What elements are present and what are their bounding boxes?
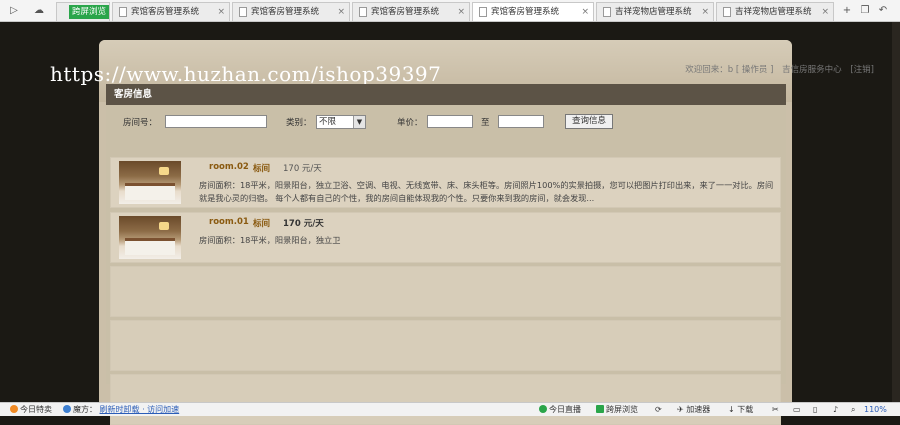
- section-title: 客房信息: [106, 84, 786, 105]
- bed-graphic: [125, 183, 175, 200]
- room-photo[interactable]: [119, 161, 181, 204]
- restore-tabs-icon[interactable]: ❐: [857, 3, 873, 19]
- cross-screen-label: 跨屏浏览: [606, 405, 638, 414]
- tab-hotel-3[interactable]: 宾馆客房管理系统 ×: [352, 2, 470, 21]
- price-to-label: 至: [481, 118, 490, 128]
- search-form: 房间号： 类别： 不限 ▼ 单价： 至 查询信息: [106, 114, 786, 130]
- refresh-icon[interactable]: ⟳: [655, 403, 662, 416]
- tab-label: 跨屏浏览: [69, 5, 109, 19]
- empty-room-slot: [110, 320, 781, 371]
- download-label: 下载: [737, 405, 754, 414]
- room-number[interactable]: room.02: [209, 162, 249, 172]
- page-icon: [119, 7, 127, 17]
- lamp-graphic: [159, 222, 169, 230]
- user-welcome: 欢迎回来：b [ 操作员 ] 吉信房服务中心 [注销]: [679, 63, 874, 75]
- welcome-text: 欢迎回来：b [ 操作员 ]: [685, 65, 774, 75]
- accelerator-label: 加速器: [686, 405, 711, 414]
- type-select[interactable]: 不限 ▼: [316, 115, 366, 129]
- search-button[interactable]: 查询信息: [565, 114, 613, 129]
- tab-label: 吉祥宠物店管理系统: [615, 7, 692, 17]
- room-description: 房间面积：18平米，阳景阳台，独立卫浴、空调、电视、无线宽带、床、床头柜等。房间…: [199, 180, 774, 203]
- price-max-input[interactable]: [498, 115, 544, 128]
- empty-room-slot: [110, 374, 781, 425]
- room-no-input[interactable]: [165, 115, 267, 128]
- close-icon[interactable]: ×: [337, 3, 345, 21]
- gift-icon: [10, 405, 18, 413]
- today-sale[interactable]: 今日特卖: [10, 403, 52, 416]
- page-icon: [723, 7, 731, 17]
- screenshot-icon[interactable]: ✂: [772, 403, 779, 416]
- close-icon[interactable]: ×: [821, 3, 829, 21]
- room-type: 标间: [253, 164, 271, 174]
- mobile-icon[interactable]: ▯: [813, 403, 817, 416]
- room-card[interactable]: room.02 标间 170 元/天 房间面积：18平米，阳景阳台，独立卫浴、空…: [110, 157, 781, 208]
- close-icon[interactable]: ×: [581, 3, 589, 21]
- tab-pet-1[interactable]: 吉祥宠物店管理系统 ×: [596, 2, 714, 21]
- tab-hotel-2[interactable]: 宾馆客房管理系统 ×: [232, 2, 350, 21]
- speaker-icon[interactable]: ♪: [833, 403, 838, 416]
- page-scrollbar[interactable]: [892, 22, 900, 402]
- tab-label: 宾馆客房管理系统: [251, 7, 320, 17]
- tab-hotel-1[interactable]: 宾馆客房管理系统 ×: [112, 2, 230, 21]
- price-label: 单价：: [397, 118, 423, 128]
- room-number[interactable]: room.01: [209, 217, 249, 227]
- room-card[interactable]: room.01 标间 170 元/天 房间面积：18平米，阳景阳台，独立卫: [110, 212, 781, 263]
- room-type: 标间: [253, 219, 271, 229]
- download-icon: ↓: [728, 405, 735, 414]
- bed-graphic: [125, 238, 175, 255]
- tab-pet-2[interactable]: 吉祥宠物店管理系统 ×: [716, 2, 834, 21]
- close-icon[interactable]: ×: [457, 3, 465, 21]
- tab-hotel-active[interactable]: 宾馆客房管理系统 ×: [472, 2, 594, 21]
- close-icon[interactable]: ×: [701, 3, 709, 21]
- rocket-icon: ✈: [677, 405, 684, 414]
- tab-cross-screen[interactable]: 跨屏浏览: [56, 2, 110, 21]
- undo-close-icon[interactable]: ↶: [875, 3, 891, 19]
- today-sale-label: 今日特卖: [20, 405, 52, 414]
- watermark-text: https://www.huzhan.com/ishop39397: [50, 62, 442, 86]
- room-price: 170 元/天: [283, 164, 322, 174]
- tip-link[interactable]: 刷新时卸载 · 访问加速: [100, 405, 180, 414]
- lamp-graphic: [159, 167, 169, 175]
- zoom-level[interactable]: 110%: [864, 403, 887, 416]
- service-center-link[interactable]: 吉信房服务中心: [782, 65, 842, 75]
- room-info-section: 客房信息 房间号： 类别： 不限 ▼ 单价： 至 查询信息 room.02 标间…: [106, 84, 786, 425]
- screen-icon: [596, 405, 604, 413]
- close-icon[interactable]: ×: [217, 3, 225, 21]
- accelerator-button[interactable]: ✈ 加速器: [677, 403, 710, 416]
- sidebar-toggle-icon[interactable]: ▷: [6, 3, 22, 19]
- price-min-input[interactable]: [427, 115, 473, 128]
- type-select-value: 不限: [319, 117, 337, 127]
- download-button[interactable]: ↓ 下载: [728, 403, 753, 416]
- live-label: 今日直播: [549, 405, 581, 414]
- browser-tab-bar: ▷ ☁ 跨屏浏览 宾馆客房管理系统 × 宾馆客房管理系统 × 宾馆客房管理系统 …: [0, 0, 900, 22]
- empty-room-slot: [110, 266, 781, 317]
- tab-label: 吉祥宠物店管理系统: [735, 7, 812, 17]
- type-label: 类别：: [286, 118, 312, 128]
- logout-link[interactable]: [注销]: [850, 65, 874, 75]
- cross-screen-button[interactable]: 跨屏浏览: [596, 403, 638, 416]
- browser-status-bar: 今日特卖 魔方： 刷新时卸载 · 访问加速 今日直播 跨屏浏览 ⟳ ✈ 加速器 …: [0, 402, 900, 416]
- tab-label: 宾馆客房管理系统: [371, 7, 440, 17]
- page-icon: [479, 7, 487, 17]
- page-icon: [359, 7, 367, 17]
- cube-icon: [63, 405, 71, 413]
- zoom-icon[interactable]: ⌕: [851, 403, 855, 416]
- tab-label: 宾馆客房管理系统: [491, 7, 560, 17]
- page-icon: [603, 7, 611, 17]
- tab-label: 宾馆客房管理系统: [131, 7, 200, 17]
- room-price: 170 元/天: [283, 219, 324, 229]
- room-no-label: 房间号：: [123, 118, 158, 128]
- room-photo[interactable]: [119, 216, 181, 259]
- live-button[interactable]: 今日直播: [539, 403, 581, 416]
- page-icon: [239, 7, 247, 17]
- tip-label: 魔方：: [73, 405, 97, 414]
- new-tab-button[interactable]: +: [839, 3, 855, 19]
- folder-icon[interactable]: ▭: [793, 403, 801, 416]
- cloud-icon[interactable]: ☁: [31, 3, 47, 19]
- tip-area: 魔方： 刷新时卸载 · 访问加速: [63, 403, 179, 416]
- play-icon: [539, 405, 547, 413]
- chevron-down-icon: ▼: [353, 116, 365, 128]
- room-description: 房间面积：18平米，阳景阳台，独立卫: [199, 235, 341, 245]
